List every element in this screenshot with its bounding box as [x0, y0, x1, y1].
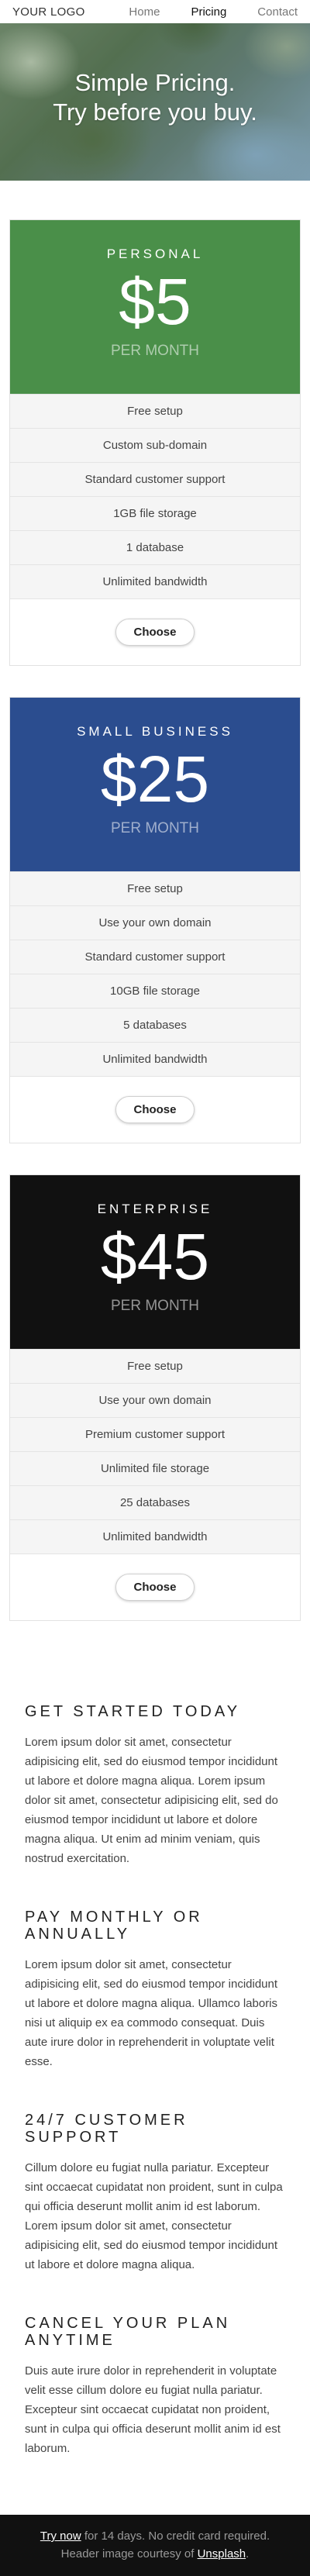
unsplash-link[interactable]: Unsplash	[198, 2547, 246, 2560]
plan-footer: Choose	[10, 598, 300, 665]
plan-period: PER MONTH	[111, 343, 199, 359]
plan-feature: Unlimited bandwidth	[10, 1042, 300, 1076]
plan-feature: Custom sub-domain	[10, 428, 300, 462]
choose-button-personal[interactable]: Choose	[115, 619, 195, 646]
plan-name: Small Business	[77, 724, 233, 739]
nav-link-pricing[interactable]: Pricing	[191, 5, 226, 19]
faq-item: Get started today Lorem ipsum dolor sit …	[25, 1703, 285, 1868]
plan-feature: 10GB file storage	[10, 974, 300, 1008]
plan-period: PER MONTH	[111, 820, 199, 836]
plan-card-small-business: Small Business $25 PER MONTH Free setup …	[9, 697, 301, 1143]
plan-footer: Choose	[10, 1076, 300, 1143]
plan-feature: 1GB file storage	[10, 496, 300, 530]
plan-feature: Free setup	[10, 394, 300, 428]
plan-footer: Choose	[10, 1554, 300, 1620]
faq-title: 24/7 customer support	[25, 2112, 188, 2146]
hero-title: Simple Pricing. Try before you buy.	[0, 68, 310, 127]
faq-title: Cancel your plan anytime	[25, 2315, 231, 2349]
faq-title: Pay monthly or annually	[25, 1909, 203, 1943]
faq-item: Pay monthly or annually Lorem ipsum dolo…	[25, 1909, 285, 2071]
faq-body: Duis aute irure dolor in reprehenderit i…	[25, 2364, 281, 2455]
footer-credit-end: .	[246, 2547, 250, 2560]
plan-price: $25	[100, 743, 210, 816]
plan-header: Small Business $25 PER MONTH	[10, 698, 300, 871]
try-now-link[interactable]: Try now	[40, 2529, 81, 2543]
footer-credit-line: Header image courtesy of Unsplash.	[0, 2545, 310, 2563]
plan-feature: Free setup	[10, 871, 300, 905]
page-footer: Try now for 14 days. No credit card requ…	[0, 2515, 310, 2576]
plan-feature: 25 databases	[10, 1485, 300, 1519]
plan-feature: Unlimited file storage	[10, 1451, 300, 1485]
plan-feature: Unlimited bandwidth	[10, 564, 300, 598]
plan-feature: Use your own domain	[10, 905, 300, 940]
faq-title: Get started today	[25, 1703, 241, 1720]
plan-feature: Premium customer support	[10, 1417, 300, 1451]
plan-header: Enterprise $45 PER MONTH	[10, 1175, 300, 1349]
plan-feature: Free setup	[10, 1349, 300, 1383]
plan-name: Enterprise	[97, 1202, 213, 1216]
plan-feature: Standard customer support	[10, 462, 300, 496]
faq-body: Lorem ipsum dolor sit amet, consectetur …	[25, 1958, 278, 2068]
nav-link-contact[interactable]: Contact	[257, 5, 298, 19]
plan-feature: 1 database	[10, 530, 300, 564]
footer-trial-line: Try now for 14 days. No credit card requ…	[0, 2527, 310, 2545]
faq-item: 24/7 customer support Cillum dolore eu f…	[25, 2112, 285, 2274]
hero-header: YOUR LOGO Home Pricing Contact Simple Pr…	[0, 0, 310, 181]
plan-card-enterprise: Enterprise $45 PER MONTH Free setup Use …	[9, 1174, 301, 1621]
faq-item: Cancel your plan anytime Duis aute irure…	[25, 2315, 285, 2458]
plan-feature: Unlimited bandwidth	[10, 1519, 300, 1554]
plan-name: Personal	[106, 247, 204, 261]
pricing-plans: Personal $5 PER MONTH Free setup Custom …	[0, 181, 310, 1621]
plan-price: $5	[119, 265, 191, 338]
faq-section: Get started today Lorem ipsum dolor sit …	[0, 1652, 310, 2458]
plan-price: $45	[100, 1220, 210, 1293]
faq-body: Lorem ipsum dolor sit amet, consectetur …	[25, 1736, 278, 1865]
hero-title-line-2: Try before you buy.	[53, 98, 257, 126]
plan-feature: Use your own domain	[10, 1383, 300, 1417]
logo[interactable]: YOUR LOGO	[12, 5, 85, 19]
choose-button-enterprise[interactable]: Choose	[115, 1574, 195, 1601]
nav-links: Home Pricing Contact	[98, 5, 298, 19]
footer-trial-text: for 14 days. No credit card required.	[81, 2529, 270, 2543]
choose-button-small-business[interactable]: Choose	[115, 1096, 195, 1123]
plan-header: Personal $5 PER MONTH	[10, 220, 300, 394]
plan-card-personal: Personal $5 PER MONTH Free setup Custom …	[9, 219, 301, 666]
plan-period: PER MONTH	[111, 1298, 199, 1314]
nav-link-home[interactable]: Home	[129, 5, 160, 19]
hero-title-line-1: Simple Pricing.	[74, 69, 236, 96]
plan-feature: Standard customer support	[10, 940, 300, 974]
top-nav: YOUR LOGO Home Pricing Contact	[0, 0, 310, 23]
plan-feature: 5 databases	[10, 1008, 300, 1042]
footer-credit-text: Header image courtesy of	[60, 2547, 198, 2560]
faq-body: Cillum dolore eu fugiat nulla pariatur. …	[25, 2161, 283, 2271]
